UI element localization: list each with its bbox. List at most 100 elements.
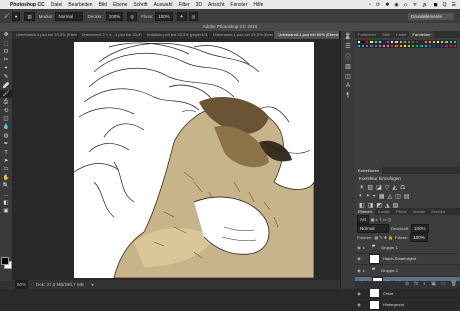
adjustment-icon[interactable]: ◭ — [392, 184, 397, 191]
doc-size[interactable]: Dok: 37,8 MB/280,7 MB — [36, 280, 84, 289]
workspace-select[interactable]: Grundelemente — [408, 13, 454, 20]
filter-icons[interactable]: ▣ ◐ T ▭ ◫ — [371, 217, 392, 222]
document-tab[interactable]: Unbenannt-1.psd bei 33,3% (Ebene 1, RGB/… — [12, 31, 78, 39]
menu-bild[interactable]: Bild — [99, 2, 107, 8]
layers-footer-icon[interactable]: ◐ — [423, 281, 426, 289]
document-canvas[interactable] — [74, 42, 314, 278]
menu-schrift[interactable]: Schrift — [133, 2, 147, 8]
tool-icon[interactable]: ▣ — [0, 207, 12, 215]
layer-row[interactable]: ◉Chloe — [355, 288, 460, 300]
tool-icon[interactable]: 💧 — [0, 123, 12, 131]
document-tab[interactable]: Unbenannt-1.psd bei 33,3% (Ebene 0, RGB/… — [209, 31, 275, 39]
visibility-eye-icon[interactable]: ◉ — [355, 256, 363, 261]
menu-datei[interactable]: Datei — [51, 2, 63, 8]
brush-panel-toggle[interactable]: ▤ — [24, 12, 34, 21]
status-icon[interactable]: ◇ — [404, 2, 408, 8]
brush-size-box[interactable]: ● — [12, 12, 21, 21]
status-icon[interactable]: ᯤ — [413, 2, 418, 8]
tool-icon[interactable]: ◫ — [0, 115, 12, 123]
brush-preset-picker[interactable]: 🖌● — [4, 12, 20, 21]
tool-icon[interactable]: ✂ — [0, 56, 12, 64]
tool-icon[interactable]: 🔍 — [0, 182, 12, 190]
document-tab[interactable]: Unbenannt-2 + 4 - 1.psd bei 33,3% (Ebene… — [78, 31, 144, 39]
menu-auswahl[interactable]: Auswahl — [154, 2, 173, 8]
canvas-area[interactable] — [12, 39, 340, 280]
character-icon[interactable]: A — [341, 81, 355, 91]
document-tab[interactable]: Unbenannt-1.psd bei 50% (Ebene 0, RGB/8) — [274, 31, 340, 39]
layers-footer-icon[interactable]: ▭ — [441, 281, 446, 289]
pressure-size-toggle[interactable]: ◎ — [189, 12, 199, 21]
visibility-eye-icon[interactable]: ◉ — [355, 291, 363, 296]
status-icon[interactable]: ◼ — [433, 2, 437, 8]
adjustment-icon[interactable]: ◒ — [372, 193, 376, 200]
adjustment-icon[interactable]: ☀ — [359, 184, 364, 191]
adjustment-icon[interactable]: ◪ — [376, 184, 382, 191]
tab-swatches[interactable]: Farbfelder — [409, 31, 433, 38]
mode-select[interactable]: Normal — [55, 12, 83, 21]
layer-opacity-field[interactable]: 100% — [411, 224, 429, 233]
visibility-eye-icon[interactable]: ◉ — [355, 245, 363, 250]
adjustment-icon[interactable]: ▽ — [385, 184, 390, 191]
menu-3d[interactable]: 3D — [196, 2, 202, 8]
menu-filter[interactable]: Filter — [178, 2, 189, 8]
adjustment-icon[interactable]: ◑ — [366, 193, 370, 200]
tool-icon[interactable]: ✎ — [0, 73, 12, 81]
status-arrow-icon[interactable]: ▸ — [92, 280, 94, 289]
tool-icon[interactable]: ▭ — [0, 165, 12, 173]
menu-app-name[interactable]: Photoshop CC — [10, 2, 45, 8]
layer-row[interactable]: ◉▸▰Gruppe 3 — [355, 265, 460, 277]
tool-icon[interactable]: ʘ — [0, 48, 12, 56]
status-icon[interactable]: ✱ — [385, 2, 389, 8]
tool-icon[interactable]: ⌖ — [0, 65, 12, 73]
tool-icon[interactable]: ◍ — [0, 132, 12, 140]
status-icon[interactable]: ◔ — [368, 2, 371, 8]
tool-icon[interactable]: 🩹 — [0, 81, 12, 89]
tab-swatches-1[interactable]: Farbfelder — [355, 31, 379, 38]
tool-icon[interactable]: T — [0, 148, 12, 156]
tab-paragraph[interactable]: Absatz — [410, 208, 428, 215]
info-icon[interactable]: ⓘ — [341, 51, 355, 61]
status-icon[interactable]: Q — [443, 2, 447, 8]
foreground-color-swatch[interactable] — [1, 257, 9, 265]
blend-mode-select[interactable]: Normal — [357, 224, 389, 233]
status-icon[interactable]: ⟳ — [376, 2, 380, 8]
layers-footer-icon[interactable]: ▣ — [431, 281, 436, 289]
tool-icon[interactable]: 🖌 — [0, 90, 12, 98]
paragraph-icon[interactable]: ¶ — [341, 91, 355, 101]
status-icon[interactable]: ☰ — [452, 2, 456, 8]
menu-bearbeiten[interactable]: Bearbeiten — [68, 2, 92, 8]
history-icon[interactable]: ⌛ — [341, 31, 355, 41]
color-swatch[interactable] — [453, 44, 457, 48]
menu-fenster[interactable]: Fenster — [230, 2, 247, 8]
menu-ansicht[interactable]: Ansicht — [208, 2, 224, 8]
menu-hilfe[interactable]: Hilfe — [253, 2, 263, 8]
zoom-level[interactable]: 50% — [15, 280, 28, 289]
layer-kind-select[interactable]: Art — [357, 215, 369, 224]
tool-icon[interactable]: ⎙ — [0, 98, 12, 106]
layers-footer-icon[interactable]: fx — [414, 281, 418, 289]
adjustment-icon[interactable]: ▦ — [379, 193, 385, 200]
layers-footer-icon[interactable]: 🗑 — [451, 281, 457, 289]
layer-row[interactable]: ◉Hatch-Smartobjekt — [355, 254, 460, 266]
fill-field[interactable]: 100% — [410, 233, 428, 242]
tab-adjustments[interactable]: Korrekturen — [355, 167, 382, 174]
tool-icon[interactable]: ◧ — [0, 199, 12, 207]
visibility-eye-icon[interactable]: ◉ — [355, 268, 363, 273]
flow-field[interactable]: 100% — [155, 12, 173, 21]
layer-row[interactable]: ◉▸▰Gruppe 1 — [355, 242, 460, 254]
brush-panel-icon[interactable]: ▥ — [341, 61, 355, 71]
tab-layers[interactable]: Ebenen — [355, 208, 375, 215]
properties-icon[interactable]: ☰ — [341, 41, 355, 51]
tool-icon[interactable]: ➤ — [0, 157, 12, 165]
airbrush-toggle[interactable]: ✈ — [177, 12, 187, 21]
adjustment-icon[interactable]: ▤ — [404, 193, 410, 200]
clone-source-icon[interactable]: ◫ — [341, 71, 355, 81]
lock-icons[interactable]: ▦ ✎ ✥ 🔒 — [374, 235, 393, 240]
document-tab[interactable]: Imitation.psd bei 33,3% (paper1/3, RGB/8… — [143, 31, 209, 39]
tab-character[interactable]: Zeichen — [428, 208, 448, 215]
tool-icon[interactable]: ✒ — [0, 140, 12, 148]
layer-row[interactable]: ◉Hintergrund — [355, 300, 460, 311]
adjustment-icon[interactable]: ⚖ — [400, 184, 405, 191]
adjustment-icon[interactable]: ▥ — [367, 184, 373, 191]
tool-icon[interactable]: … — [0, 190, 12, 198]
